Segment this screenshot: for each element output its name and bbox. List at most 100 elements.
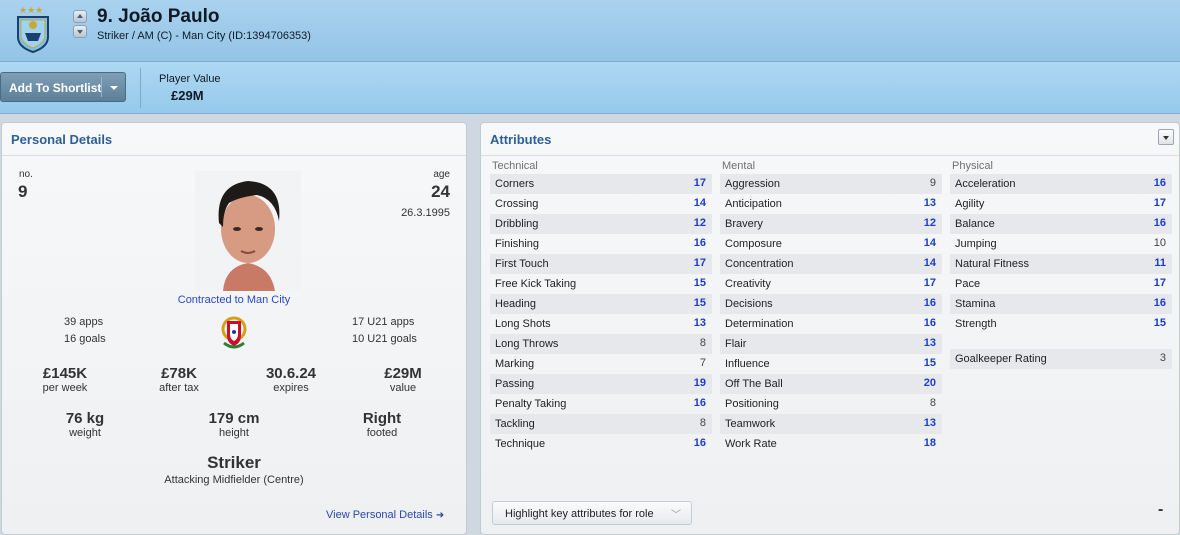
attribute-name: Long Shots — [495, 318, 551, 330]
attribute-value: 14 — [923, 257, 936, 269]
attribute-row: Dribbling 12 — [490, 214, 712, 234]
attribute-name: Heading — [495, 298, 536, 310]
attribute-row: Bravery 12 — [720, 214, 942, 234]
attribute-value: 16 — [693, 237, 706, 249]
panel-menu-dropdown[interactable] — [1158, 129, 1174, 145]
attribute-name: Corners — [495, 178, 535, 190]
height-label: height — [219, 427, 249, 439]
player-header: ★★★ 9. João Paulo Striker / AM (C) - Man… — [0, 0, 1180, 62]
attributes-panel: Attributes Technical Corners 17 Crossing 14… — [480, 122, 1180, 535]
attribute-name: Penalty Taking — [495, 398, 567, 410]
age-label: age — [433, 169, 450, 180]
attribute-name: Concentration — [725, 258, 794, 270]
attribute-value: 13 — [923, 417, 936, 429]
weight-label: weight — [69, 427, 101, 439]
attribute-name: Pace — [955, 278, 981, 290]
attribute-name: Decisions — [725, 298, 773, 310]
attribute-name: Stamina — [955, 298, 996, 310]
attribute-row: Strength 15 — [950, 314, 1172, 334]
goals: 16 goals — [64, 333, 106, 345]
attribute-value: 13 — [693, 317, 706, 329]
attribute-row: Long Throws 8 — [490, 334, 712, 354]
player-value: £29M — [171, 88, 204, 103]
view-personal-details-link[interactable]: View Personal Details ➜ — [326, 509, 444, 521]
attribute-row: Decisions 16 — [720, 294, 942, 314]
attribute-name: Technique — [495, 438, 546, 450]
technical-heading: Technical — [492, 160, 538, 172]
footedness-stat: Right footed — [350, 410, 414, 439]
attribute-value: 16 — [1153, 177, 1166, 189]
attribute-row: Marking 7 — [490, 354, 712, 374]
player-photo — [195, 171, 301, 291]
attribute-name: Dribbling — [495, 218, 539, 230]
attribute-name: Long Throws — [495, 338, 559, 350]
weight-stat: 76 kg weight — [52, 410, 118, 439]
attribute-value: 8 — [929, 397, 936, 409]
attribute-row: Goalkeeper Rating 3 — [950, 349, 1172, 369]
wage: £145K — [42, 365, 88, 382]
height: 179 cm — [208, 410, 260, 427]
attribute-row: Teamwork 13 — [720, 414, 942, 434]
attribute-row: Off The Ball 20 — [720, 374, 942, 394]
attribute-row: Passing 19 — [490, 374, 712, 394]
attribute-value: 13 — [923, 337, 936, 349]
attribute-name: Aggression — [725, 178, 781, 190]
highlight-role-label: Highlight key attributes for role — [505, 508, 654, 520]
attribute-name: Flair — [725, 338, 747, 350]
club-crest-icon: ★★★ — [17, 5, 49, 53]
attribute-row: Heading 15 — [490, 294, 712, 314]
attribute-row: Composure 14 — [720, 234, 942, 254]
attribute-row: Finishing 16 — [490, 234, 712, 254]
attribute-value: 14 — [693, 197, 706, 209]
personal-details-panel: Personal Details no. 9 age 24 26.3.1995 … — [1, 122, 467, 535]
attribute-row: Penalty Taking 16 — [490, 394, 712, 414]
chevron-down-icon: ﹀ — [671, 510, 681, 521]
contract-expiry: 30.6.24 — [265, 365, 317, 382]
value: £29M — [384, 365, 422, 382]
attribute-row: Agility 17 — [950, 194, 1172, 214]
attribute-value: 8 — [699, 337, 706, 349]
previous-player-button[interactable] — [73, 10, 87, 23]
primary-position: Striker — [207, 453, 261, 472]
mental-heading: Mental — [722, 160, 756, 172]
weight: 76 kg — [65, 410, 105, 427]
after-tax: £78K — [161, 365, 197, 382]
player-navigation[interactable] — [73, 10, 87, 38]
add-to-shortlist-button[interactable]: Add To Shortlist — [0, 72, 126, 102]
attribute-name: Goalkeeper Rating — [955, 353, 1047, 365]
attribute-name: Natural Fitness — [955, 258, 1029, 270]
attribute-name: Free Kick Taking — [495, 278, 577, 290]
collapse-button[interactable]: - — [1158, 501, 1163, 519]
attribute-row: Natural Fitness 11 — [950, 254, 1172, 274]
attribute-value: 17 — [1153, 277, 1166, 289]
attribute-name: Passing — [495, 378, 535, 390]
attribute-name: Finishing — [495, 238, 540, 250]
squad-number-label: no. — [19, 169, 33, 180]
attribute-value: 15 — [1153, 317, 1166, 329]
attribute-name: Anticipation — [725, 198, 782, 210]
attribute-row: Determination 16 — [720, 314, 942, 334]
attribute-name: Strength — [955, 318, 997, 330]
attribute-value: 8 — [699, 417, 706, 429]
toolbar-divider — [140, 68, 141, 108]
player-subtitle: Striker / AM (C) - Man City (ID:13947063… — [97, 30, 311, 42]
attribute-value: 16 — [923, 297, 936, 309]
contract-expiry-label: expires — [273, 382, 309, 394]
chevron-down-icon[interactable] — [107, 78, 121, 96]
attribute-value: 16 — [1153, 217, 1166, 229]
add-to-shortlist-label: Add To Shortlist — [9, 81, 102, 95]
attribute-name: Bravery — [725, 218, 763, 230]
attribute-value: 17 — [1153, 197, 1166, 209]
player-name: 9. João Paulo — [97, 6, 220, 27]
attribute-row: Crossing 14 — [490, 194, 712, 214]
attribute-value: 18 — [923, 437, 936, 449]
contract-status-link[interactable]: Contracted to Man City — [102, 294, 366, 306]
attribute-row: Stamina 16 — [950, 294, 1172, 314]
svg-text:★★★: ★★★ — [19, 5, 43, 15]
highlight-role-select[interactable]: Highlight key attributes for role ﹀ — [492, 501, 692, 525]
attribute-name: Creativity — [725, 278, 771, 290]
attribute-name: Work Rate — [725, 438, 777, 450]
attribute-name: Crossing — [495, 198, 539, 210]
attribute-value: 15 — [693, 277, 706, 289]
next-player-button[interactable] — [73, 25, 87, 38]
